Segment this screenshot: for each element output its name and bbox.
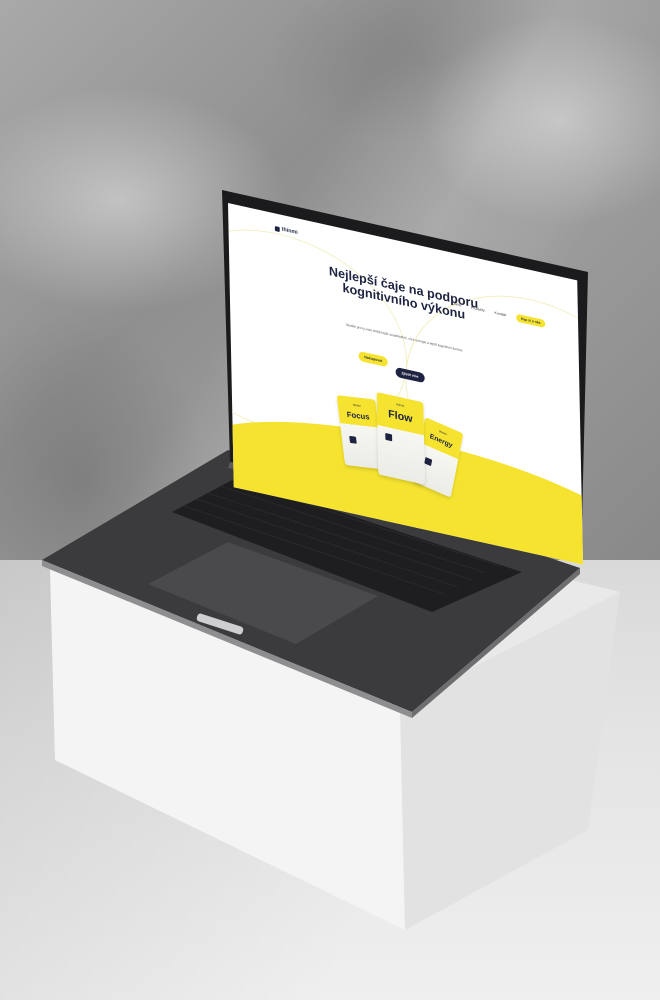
logo-icon — [274, 225, 280, 232]
pack-label: Focus — [346, 410, 371, 422]
product-pack-flow[interactable]: thinmi Flow — [376, 392, 425, 485]
site-logo[interactable]: thinmi — [274, 225, 298, 237]
logo-text: thinmi — [281, 226, 298, 237]
pack-logo-icon — [424, 456, 433, 467]
pack-logo-icon — [349, 435, 357, 444]
pack-logo-icon — [385, 432, 393, 442]
pack-brand: thinmi — [352, 402, 361, 408]
